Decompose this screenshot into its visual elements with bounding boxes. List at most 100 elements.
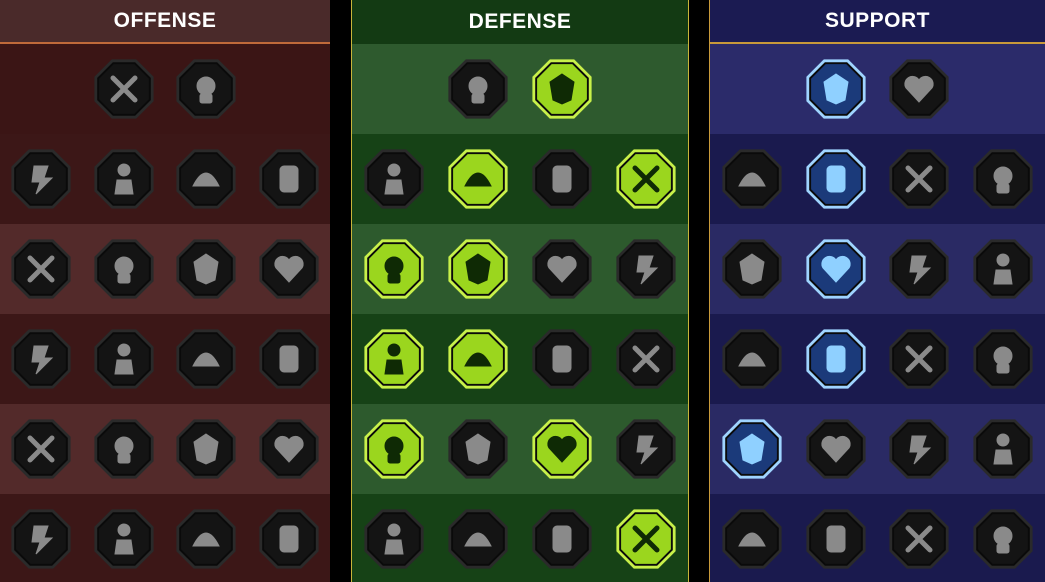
raised-fist-icon <box>532 59 592 119</box>
support-panel: SUPPORT <box>709 0 1045 582</box>
defense-talent-6-1[interactable] <box>361 506 427 572</box>
offense-talent-1-1[interactable] <box>91 56 157 122</box>
support-row-5 <box>710 404 1045 494</box>
offense-talent-3-3[interactable] <box>173 236 239 302</box>
offense-talent-3-1[interactable] <box>8 236 74 302</box>
triple-drops-icon <box>448 419 508 479</box>
spiked-beast-icon <box>364 509 424 569</box>
offense-talent-5-1[interactable] <box>8 416 74 482</box>
swirling-shards-icon <box>889 59 949 119</box>
support-talent-6-4[interactable] <box>970 506 1036 572</box>
support-talent-2-2[interactable] <box>803 146 869 212</box>
defense-talent-6-3[interactable] <box>529 506 595 572</box>
hooded-head-icon <box>616 239 676 299</box>
support-talent-3-2[interactable] <box>803 236 869 302</box>
axe-icon <box>176 329 236 389</box>
defense-talent-4-4[interactable] <box>613 326 679 392</box>
flexing-figure-icon <box>616 509 676 569</box>
bull-head-icon <box>616 329 676 389</box>
praying-hands-icon <box>722 149 782 209</box>
defense-talent-4-2[interactable] <box>445 326 511 392</box>
support-talent-5-4[interactable] <box>970 416 1036 482</box>
support-talent-4-3[interactable] <box>886 326 952 392</box>
support-header: SUPPORT <box>710 0 1045 44</box>
offense-talent-6-2[interactable] <box>91 506 157 572</box>
open-palm-icon <box>532 329 592 389</box>
offense-talent-6-4[interactable] <box>256 506 322 572</box>
support-talent-4-1[interactable] <box>719 326 785 392</box>
offense-talent-1-2[interactable] <box>173 56 239 122</box>
support-talent-6-3[interactable] <box>886 506 952 572</box>
horned-heart-icon <box>11 149 71 209</box>
hourglass-icon <box>448 329 508 389</box>
defense-talent-5-2[interactable] <box>445 416 511 482</box>
sparkle-sword-icon <box>11 509 71 569</box>
defense-header: DEFENSE <box>352 0 688 44</box>
dodge-figure-icon <box>364 239 424 299</box>
defense-talent-1-2[interactable] <box>529 56 595 122</box>
demon-figure-icon <box>176 509 236 569</box>
defense-talent-2-3[interactable] <box>529 146 595 212</box>
defense-talent-4-3[interactable] <box>529 326 595 392</box>
support-talent-4-4[interactable] <box>970 326 1036 392</box>
defense-talent-4-1[interactable] <box>361 326 427 392</box>
defense-talent-2-1[interactable] <box>361 146 427 212</box>
offense-row-4 <box>0 314 330 404</box>
support-talent-2-4[interactable] <box>970 146 1036 212</box>
offense-talent-3-2[interactable] <box>91 236 157 302</box>
circled-dagger-icon <box>176 419 236 479</box>
spiked-skull-icon <box>259 509 319 569</box>
defense-talent-6-4[interactable] <box>613 506 679 572</box>
defense-talent-6-2[interactable] <box>445 506 511 572</box>
offense-talent-6-3[interactable] <box>173 506 239 572</box>
shadow-figures-icon <box>973 239 1033 299</box>
offense-talent-6-1[interactable] <box>8 506 74 572</box>
glaring-eyes-icon <box>973 329 1033 389</box>
armored-torso-icon <box>532 149 592 209</box>
support-talent-3-1[interactable] <box>719 236 785 302</box>
defense-talent-5-4[interactable] <box>613 416 679 482</box>
offense-talent-4-2[interactable] <box>91 326 157 392</box>
offense-talent-4-3[interactable] <box>173 326 239 392</box>
offense-talent-5-4[interactable] <box>256 416 322 482</box>
offense-talent-2-4[interactable] <box>256 146 322 212</box>
support-talent-2-3[interactable] <box>886 146 952 212</box>
support-talent-1-1[interactable] <box>803 56 869 122</box>
sword-heart-icon <box>11 329 71 389</box>
offense-talent-5-2[interactable] <box>91 416 157 482</box>
defense-talent-2-4[interactable] <box>613 146 679 212</box>
offense-talent-2-2[interactable] <box>91 146 157 212</box>
defense-talent-5-1[interactable] <box>361 416 427 482</box>
support-talent-4-2[interactable] <box>803 326 869 392</box>
defense-talent-3-2[interactable] <box>445 236 511 302</box>
support-talent-5-3[interactable] <box>886 416 952 482</box>
defense-talent-3-1[interactable] <box>361 236 427 302</box>
support-talent-6-1[interactable] <box>719 506 785 572</box>
spiked-heart-icon <box>259 149 319 209</box>
muscle-fist-icon <box>11 239 71 299</box>
defense-talent-3-3[interactable] <box>529 236 595 302</box>
offense-talent-4-1[interactable] <box>8 326 74 392</box>
support-talent-2-1[interactable] <box>719 146 785 212</box>
defense-talent-1-1[interactable] <box>445 56 511 122</box>
sparkling-heart-icon <box>806 59 866 119</box>
defense-talent-3-4[interactable] <box>613 236 679 302</box>
offense-talent-3-4[interactable] <box>256 236 322 302</box>
offense-row-2 <box>0 134 330 224</box>
all-seeing-eye-icon <box>889 419 949 479</box>
support-talent-1-2[interactable] <box>886 56 952 122</box>
support-talent-6-2[interactable] <box>803 506 869 572</box>
triple-skull-icon <box>94 419 154 479</box>
support-talent-5-1[interactable] <box>719 416 785 482</box>
offense-talent-2-1[interactable] <box>8 146 74 212</box>
support-talent-5-2[interactable] <box>803 416 869 482</box>
defense-talent-5-3[interactable] <box>529 416 595 482</box>
offense-talent-5-3[interactable] <box>173 416 239 482</box>
speed-boot-icon <box>973 149 1033 209</box>
support-talent-3-3[interactable] <box>886 236 952 302</box>
support-talent-3-4[interactable] <box>970 236 1036 302</box>
offense-talent-2-3[interactable] <box>173 146 239 212</box>
offense-talent-4-4[interactable] <box>256 326 322 392</box>
defense-talent-2-2[interactable] <box>445 146 511 212</box>
arrows-impact-icon <box>11 419 71 479</box>
